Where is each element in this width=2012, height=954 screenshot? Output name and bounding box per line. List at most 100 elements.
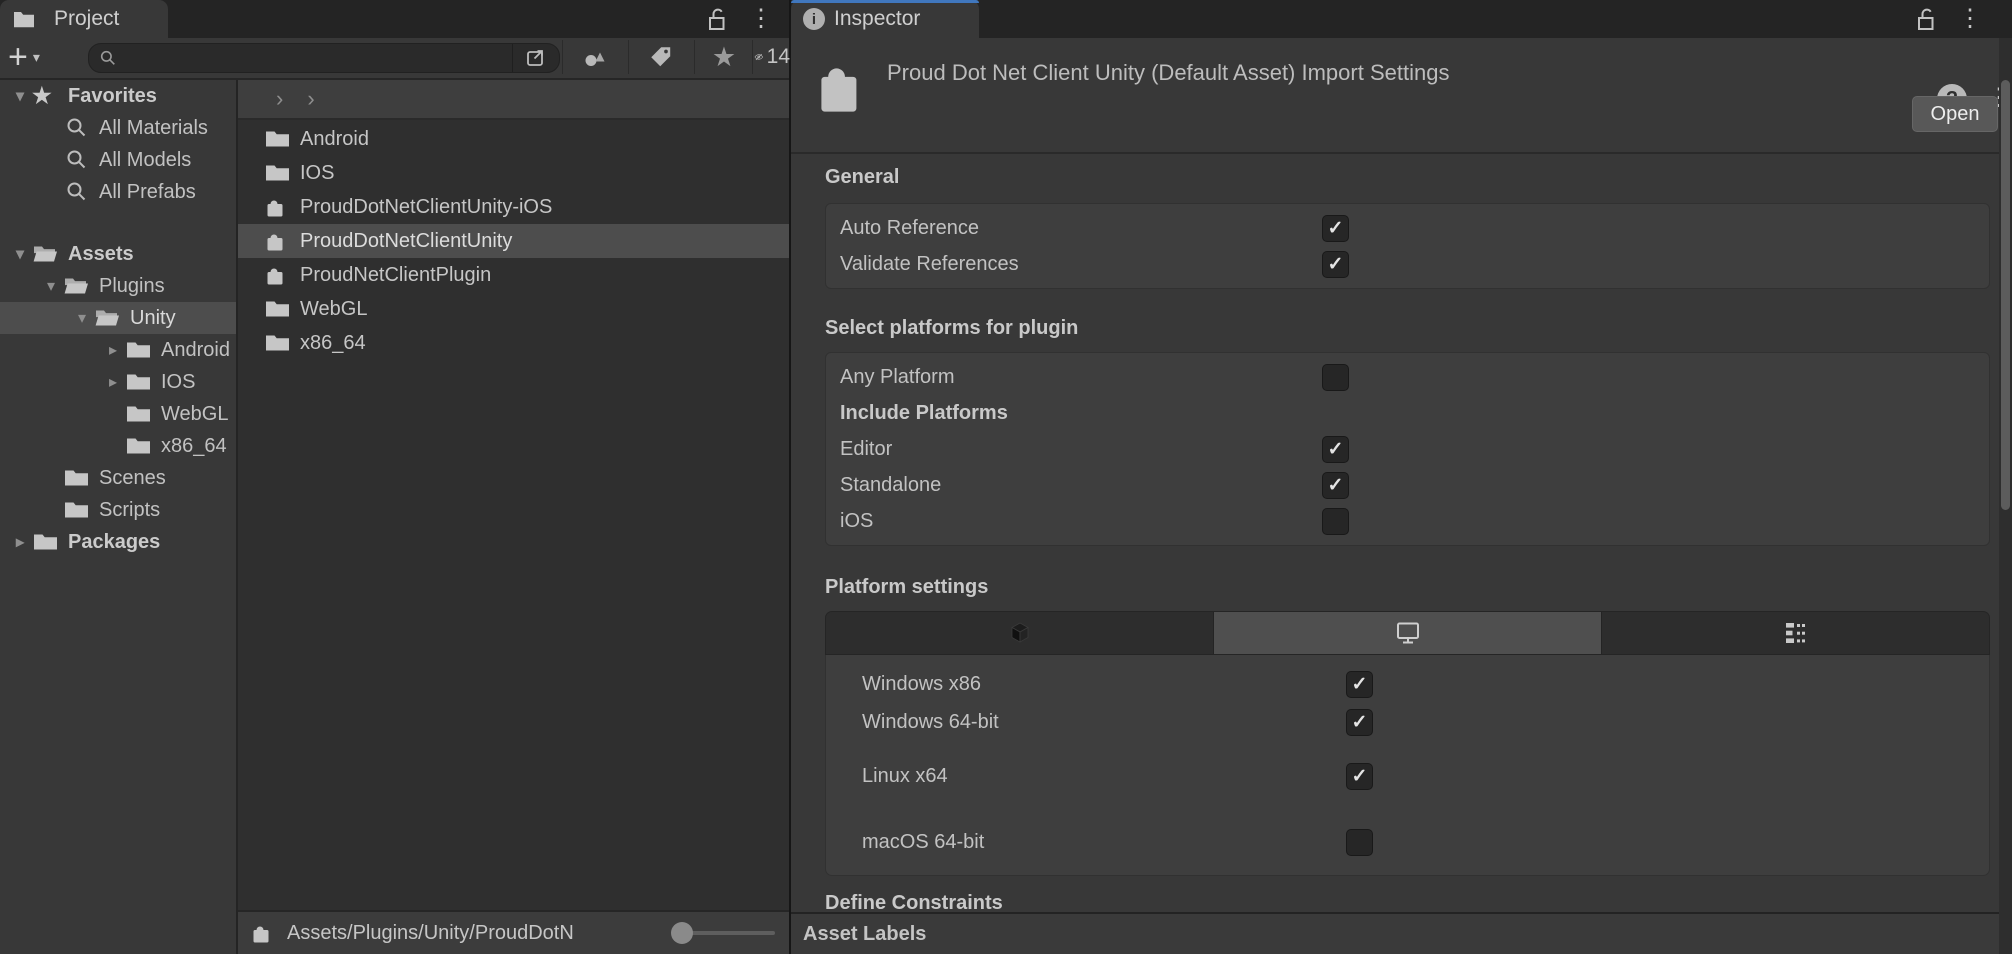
checkbox[interactable]: ✓ bbox=[1346, 829, 1373, 856]
tree-item-label: Android bbox=[161, 339, 230, 362]
platform-row: Any Platform ✓ bbox=[826, 359, 1989, 395]
search-field[interactable] bbox=[88, 43, 560, 73]
tree-item[interactable]: ★ Android bbox=[0, 334, 236, 366]
filter-by-type-button[interactable] bbox=[564, 38, 626, 76]
file-icon bbox=[264, 161, 291, 185]
setting-label: Validate References bbox=[840, 253, 1019, 276]
tree-item[interactable]: ★ Unity bbox=[0, 302, 236, 334]
unlock-icon[interactable] bbox=[705, 6, 729, 32]
checkbox[interactable]: ✓ bbox=[1322, 215, 1349, 242]
check-icon: ✓ bbox=[1328, 440, 1344, 459]
star-icon: ★ bbox=[712, 42, 736, 73]
unity-editor: Project ⋮ + ▾ bbox=[0, 0, 2012, 954]
breadcrumb-item[interactable] bbox=[295, 86, 326, 112]
check-icon: ✓ bbox=[1328, 219, 1344, 238]
expander-icon[interactable] bbox=[8, 244, 32, 264]
search-input[interactable] bbox=[117, 48, 512, 69]
file-icon bbox=[264, 127, 291, 151]
file-row[interactable]: ProudDotNetClientUnity-iOS bbox=[238, 190, 789, 224]
expander-icon[interactable] bbox=[8, 532, 32, 552]
tree-item[interactable]: ★ x86_64 bbox=[0, 430, 236, 462]
expander-icon[interactable] bbox=[101, 340, 125, 360]
file-name: ProudDotNetClientUnity-iOS bbox=[300, 196, 552, 219]
platform-settings-tabs bbox=[825, 611, 1990, 655]
tree-item[interactable]: ★ Packages bbox=[0, 526, 236, 558]
folder-icon bbox=[12, 7, 36, 31]
checkbox[interactable]: ✓ bbox=[1322, 472, 1349, 499]
checkbox[interactable]: ✓ bbox=[1322, 364, 1349, 391]
inspector-tab-well: i Inspector ⋮ bbox=[791, 0, 2012, 38]
inspector-menu-kebab-icon[interactable]: ⋮ bbox=[1958, 7, 1982, 31]
file-row[interactable]: ProudNetClientPlugin bbox=[238, 258, 789, 292]
tree-item[interactable]: ★ All Materials bbox=[0, 112, 236, 144]
tree-item-label: All Prefabs bbox=[99, 181, 196, 204]
favorites-star-button[interactable]: ★ bbox=[696, 38, 752, 76]
inspector-scrollbar[interactable] bbox=[1999, 38, 2012, 954]
checkbox[interactable]: ✓ bbox=[1346, 671, 1373, 698]
inspector-tab-label: Inspector bbox=[834, 7, 920, 31]
tree-item[interactable]: ★ All Models bbox=[0, 144, 236, 176]
tree-item-label: Favorites bbox=[68, 85, 157, 108]
slider-thumb[interactable] bbox=[671, 922, 693, 944]
tree-item-label: All Materials bbox=[99, 117, 208, 140]
file-row[interactable]: x86_64 bbox=[238, 326, 789, 360]
tree-item-icon: ★ bbox=[63, 498, 90, 522]
file-row[interactable]: Android bbox=[238, 122, 789, 156]
checkbox[interactable]: ✓ bbox=[1322, 436, 1349, 463]
platform-setting-row: Linux x64 ✓ bbox=[826, 757, 1989, 795]
tree-item-label: Scripts bbox=[99, 499, 160, 522]
platform-tab-icon bbox=[1006, 619, 1034, 647]
file-row[interactable]: IOS bbox=[238, 156, 789, 190]
platform-tab[interactable] bbox=[1214, 612, 1602, 654]
platform-settings-title: Platform settings bbox=[825, 576, 1990, 599]
platform-row: Editor ✓ bbox=[826, 431, 1989, 467]
general-settings-box: Auto Reference ✓ Validate References ✓ bbox=[825, 203, 1990, 289]
tree-item-label: Plugins bbox=[99, 275, 165, 298]
filter-by-label-button[interactable] bbox=[630, 38, 692, 76]
expander-icon[interactable] bbox=[101, 372, 125, 392]
unlock-icon[interactable] bbox=[1914, 6, 1938, 32]
platform-label: Editor bbox=[840, 438, 892, 461]
checkbox[interactable]: ✓ bbox=[1346, 763, 1373, 790]
platform-row: iOS ✓ bbox=[826, 503, 1989, 539]
checkbox[interactable]: ✓ bbox=[1346, 709, 1373, 736]
add-asset-button[interactable]: + ▾ bbox=[8, 40, 40, 74]
tree-item[interactable]: ★ WebGL bbox=[0, 398, 236, 430]
platform-tab[interactable] bbox=[1602, 612, 1989, 654]
breadcrumb-item[interactable] bbox=[264, 86, 295, 112]
file-row[interactable]: WebGL bbox=[238, 292, 789, 326]
expander-icon[interactable] bbox=[70, 308, 94, 328]
open-button[interactable]: Open bbox=[1912, 96, 1998, 132]
tree-item-label: Packages bbox=[68, 531, 160, 554]
scrollbar-thumb[interactable] bbox=[2001, 80, 2010, 510]
thumbnail-zoom-slider[interactable] bbox=[675, 931, 775, 935]
asset-labels-title: Asset Labels bbox=[803, 923, 926, 946]
project-menu-kebab-icon[interactable]: ⋮ bbox=[749, 7, 773, 31]
platform-settings-box: Windows x86 ✓ Windows 64-bit ✓ Linux x64… bbox=[825, 655, 1990, 876]
checkbox[interactable]: ✓ bbox=[1322, 508, 1349, 535]
hidden-count: 14 bbox=[767, 45, 790, 69]
checkbox[interactable]: ✓ bbox=[1322, 251, 1349, 278]
platform-setting-row: macOS 64-bit ✓ bbox=[826, 823, 1989, 861]
hidden-assets-toggle[interactable]: 14 bbox=[754, 38, 790, 76]
check-icon: ✓ bbox=[1352, 675, 1368, 694]
tree-item[interactable]: ★ Scripts bbox=[0, 494, 236, 526]
file-name: WebGL bbox=[300, 298, 367, 321]
tab-project[interactable]: Project bbox=[0, 0, 168, 38]
tree-item[interactable]: ★ All Prefabs bbox=[0, 176, 236, 208]
asset-labels-bar[interactable]: Asset Labels bbox=[791, 912, 2012, 954]
search-scope-icon[interactable] bbox=[512, 44, 559, 72]
tree-item[interactable]: ★ Assets bbox=[0, 238, 236, 270]
file-row[interactable]: ProudDotNetClientUnity bbox=[238, 224, 789, 258]
tree-item-icon: ★ bbox=[125, 370, 152, 394]
tree-item[interactable]: ★ Plugins bbox=[0, 270, 236, 302]
plugin-asset-icon bbox=[813, 54, 869, 116]
platform-tab[interactable] bbox=[826, 612, 1214, 654]
tree-item[interactable]: ★ Scenes bbox=[0, 462, 236, 494]
platform-label: iOS bbox=[840, 510, 873, 533]
expander-icon[interactable] bbox=[39, 276, 63, 296]
tab-inspector[interactable]: i Inspector bbox=[791, 0, 979, 38]
tree-item[interactable]: ★ Favorites bbox=[0, 80, 236, 112]
tree-item[interactable]: ★ IOS bbox=[0, 366, 236, 398]
expander-icon[interactable] bbox=[8, 86, 32, 106]
